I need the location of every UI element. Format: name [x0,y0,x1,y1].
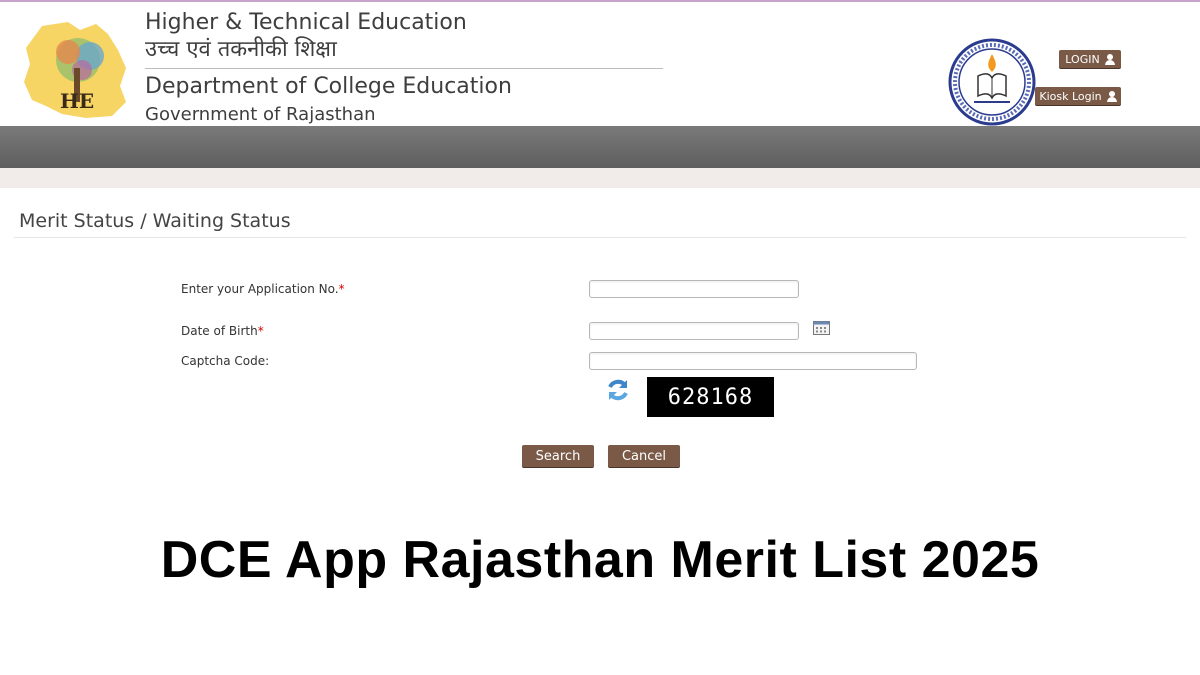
banner-title: DCE App Rajasthan Merit List 2025 [160,531,1040,589]
login-label: LOGIN [1065,52,1100,66]
title-divider [145,68,663,69]
title-department: Department of College Education [145,74,512,99]
cancel-button[interactable]: Cancel [608,445,680,467]
title-hindi: उच्च एवं तकनीकी शिक्षा [145,37,337,62]
title-higher-technical: Higher & Technical Education [145,10,467,35]
application-no-label: Enter your Application No.* [181,282,345,296]
kiosk-login-label: Kiosk Login [1039,89,1102,103]
logo-letters: HE [60,89,94,113]
calendar-icon[interactable] [813,321,830,335]
sub-bar [0,168,1200,188]
nav-bar [0,126,1200,168]
dob-input[interactable] [589,322,799,340]
captcha-label: Captcha Code: [181,354,270,368]
dob-label-text: Date of Birth [181,324,258,338]
required-mark: * [338,282,345,296]
page-title: Merit Status / Waiting Status [19,210,291,232]
title-block: Higher & Technical Education उच्च एवं तक… [145,10,665,127]
required-mark: * [257,324,264,338]
title-government: Government of Rajasthan [145,104,376,125]
login-button[interactable]: LOGIN [1059,50,1121,68]
captcha-input[interactable] [589,352,917,370]
application-no-input[interactable] [589,280,799,298]
user-icon [1104,53,1115,65]
refresh-icon[interactable] [605,377,631,403]
dob-label: Date of Birth* [181,324,264,338]
site-header: HE Higher & Technical Education उच्च एवं… [0,2,1200,126]
user-icon [1106,90,1117,102]
rajasthan-map-logo: HE [24,22,126,118]
application-no-label-text: Enter your Application No. [181,282,339,296]
search-button[interactable]: Search [522,445,594,467]
heading-divider [14,237,1186,238]
kiosk-login-button[interactable]: Kiosk Login [1035,87,1121,105]
captcha-image: 628168 [647,377,774,417]
department-emblem [948,38,1036,126]
